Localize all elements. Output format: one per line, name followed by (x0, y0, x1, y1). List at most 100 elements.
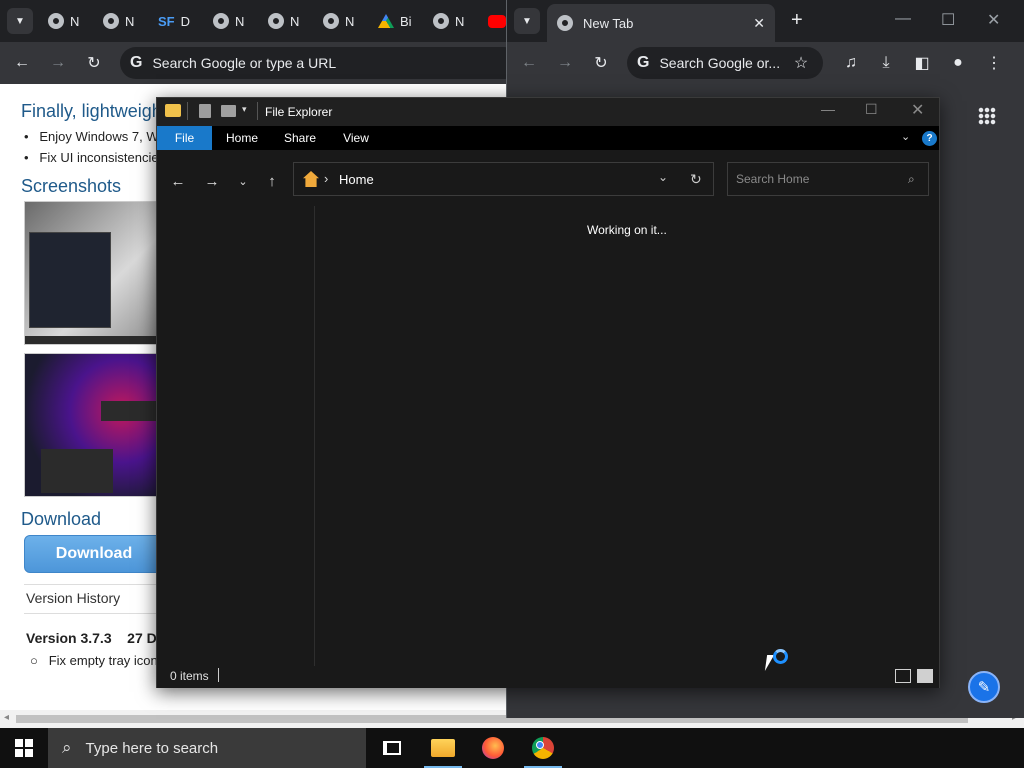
tab-new-tab[interactable]: New Tab ✕ (547, 4, 775, 42)
customize-pencil-icon[interactable]: ✎ (968, 671, 1000, 703)
forward-button[interactable]: → (45, 50, 71, 76)
back-button[interactable]: ← (516, 50, 542, 76)
taskbar-search-box[interactable]: ⌕ Type here to search (48, 728, 366, 768)
version-label: Version 3.7.3 27 D (26, 630, 157, 646)
folder-icon (165, 104, 181, 117)
google-apps-icon[interactable] (978, 107, 996, 125)
bullet-item: • Fix UI inconsistencie (24, 150, 159, 165)
browser-toolbar: ← → ↻ G Search Google or... ☆ ♫ ⤓ ◧ ● ⋮ (507, 42, 1024, 84)
screenshot-thumbnail[interactable] (24, 353, 164, 497)
menu-icon[interactable]: ⋮ (981, 50, 1007, 76)
chrome-icon (103, 13, 119, 29)
taskbar-firefox[interactable] (470, 728, 516, 768)
divider (257, 102, 258, 120)
address-bar[interactable]: › Home ⌄ ↻ (293, 162, 714, 196)
task-view-button[interactable] (370, 728, 414, 768)
google-icon: G (130, 54, 143, 71)
back-arrow-icon[interactable]: ← (167, 170, 189, 192)
page-heading: Finally, lightweigh (21, 101, 162, 121)
tab-3[interactable]: N (213, 9, 244, 33)
version-item: ○ Fix empty tray icon (30, 653, 158, 668)
search-icon: ⌕ (908, 172, 915, 186)
back-button[interactable]: ← (9, 50, 35, 76)
media-control-icon[interactable]: ♫ (838, 50, 864, 76)
address-dropdown-icon[interactable]: ⌄ (658, 170, 668, 184)
chrome-icon (268, 13, 284, 29)
maximize-button[interactable]: ☐ (865, 101, 878, 118)
ribbon-tab-file[interactable]: File (157, 126, 212, 150)
start-button[interactable] (0, 728, 48, 768)
ribbon-tab-share[interactable]: Share (275, 126, 325, 150)
windows-icon (15, 739, 33, 757)
version-history-tab[interactable]: Version History (24, 584, 164, 614)
start-menu-preview (29, 232, 111, 328)
file-explorer-window: ▾ File Explorer — ☐ ✕ File Home Share Vi… (156, 97, 940, 688)
tab-2[interactable]: SF D (158, 9, 190, 33)
youtube-icon (488, 14, 506, 28)
minimize-button[interactable]: — (895, 10, 911, 28)
refresh-icon[interactable]: ↻ (690, 171, 702, 188)
customize-toolbar-icon[interactable]: ▾ (242, 104, 247, 115)
dialog-preview (101, 401, 159, 421)
folder-icon (431, 739, 455, 757)
tab-strip: ▼ N N SF D N N N Bi N (0, 0, 510, 42)
address-bar[interactable]: G Search Google or type a URL (120, 47, 520, 79)
title-bar: ▾ File Explorer — ☐ ✕ (157, 98, 939, 126)
maximize-button[interactable]: ☐ (941, 10, 955, 30)
pane-divider[interactable] (314, 206, 315, 666)
details-view-icon[interactable] (895, 669, 911, 683)
tab-6[interactable]: Bi (378, 9, 412, 33)
search-icon: ⌕ (62, 738, 72, 757)
reload-button[interactable]: ↻ (81, 50, 107, 76)
search-input[interactable]: Search Home ⌕ (727, 162, 929, 196)
chrome-icon (532, 737, 554, 759)
dialog-preview (41, 449, 113, 493)
tab-1[interactable]: N (103, 9, 134, 33)
properties-icon[interactable] (199, 104, 211, 118)
tab-5[interactable]: N (323, 9, 354, 33)
chrome-icon (323, 13, 339, 29)
chrome-icon (433, 13, 449, 29)
new-tab-button[interactable]: + (791, 9, 803, 32)
tab-search-button[interactable]: ▼ (7, 8, 33, 34)
taskbar: ⌕ Type here to search (0, 728, 1024, 768)
bookmark-star-icon[interactable]: ☆ (788, 50, 814, 76)
recent-locations-chevron-icon[interactable]: ⌄ (232, 170, 254, 192)
breadcrumb-home[interactable]: Home (339, 172, 374, 187)
screenshot-thumbnail[interactable] (24, 201, 164, 345)
scroll-left-arrow-icon[interactable]: ◂ (4, 712, 9, 723)
expand-ribbon-chevron-icon[interactable]: ⌄ (901, 130, 910, 143)
tab-0[interactable]: N (48, 9, 79, 33)
forward-button[interactable]: → (552, 50, 578, 76)
chrome-icon (557, 15, 573, 31)
tab-8[interactable] (488, 9, 506, 33)
close-tab-icon[interactable]: ✕ (753, 15, 765, 32)
screenshots-heading: Screenshots (21, 176, 122, 196)
minimize-button[interactable]: — (821, 101, 835, 117)
explorer-content: Working on it... (157, 206, 939, 666)
ribbon-tab-home[interactable]: Home (217, 126, 267, 150)
profile-avatar-icon[interactable]: ● (945, 50, 971, 76)
side-panel-icon[interactable]: ◧ (909, 50, 935, 76)
tab-7[interactable]: N (433, 9, 464, 33)
help-icon[interactable]: ? (922, 131, 937, 146)
tab-strip: ▼ New Tab ✕ + — ☐ ✕ (507, 0, 1024, 42)
close-window-button[interactable]: ✕ (987, 10, 1000, 30)
reload-button[interactable]: ↻ (588, 50, 614, 76)
taskbar-file-explorer[interactable] (420, 728, 466, 768)
window-title: File Explorer (265, 105, 333, 119)
new-folder-icon[interactable] (221, 105, 236, 117)
forward-arrow-icon[interactable]: → (201, 170, 223, 192)
up-arrow-icon[interactable]: ↑ (261, 170, 283, 192)
download-icon[interactable]: ⤓ (873, 50, 899, 76)
google-drive-icon (378, 14, 394, 28)
close-button[interactable]: ✕ (911, 100, 924, 120)
taskbar-chrome[interactable] (520, 728, 566, 768)
tab-4[interactable]: N (268, 9, 299, 33)
tab-search-button[interactable]: ▼ (514, 8, 540, 34)
large-icons-view-icon[interactable] (917, 669, 933, 683)
download-button[interactable]: Download (24, 535, 164, 573)
ribbon-tab-view[interactable]: View (331, 126, 381, 150)
status-bar: 0 items (157, 666, 939, 688)
navigation-pane[interactable] (157, 206, 314, 666)
